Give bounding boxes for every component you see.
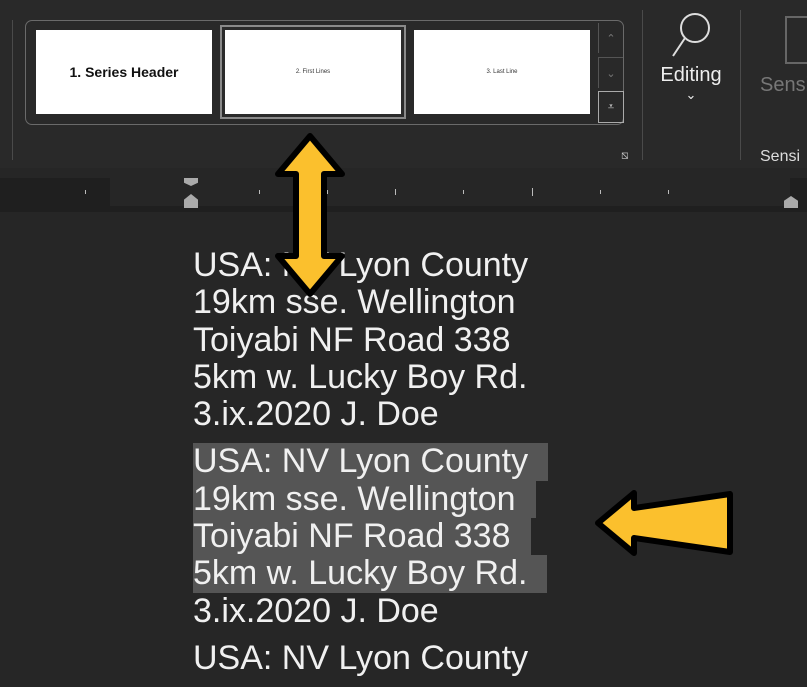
text-line: 5km w. Lucky Boy Rd. <box>193 555 548 593</box>
text-line: 3.ix.2020 J. Doe <box>193 395 439 434</box>
chevron-down-icon: ⌄ <box>685 87 697 102</box>
editing-button[interactable]: Editing ⌄ <box>655 10 727 103</box>
style-label: 3. Last Line <box>486 69 518 75</box>
style-label: 2. First Lines <box>295 69 331 75</box>
gallery-more-icon[interactable]: ⩡ <box>598 91 624 123</box>
ruler <box>0 178 807 212</box>
style-series-header[interactable]: 1. Series Header <box>36 30 212 114</box>
text-line: 3.ix.2020 J. Doe <box>193 591 439 630</box>
text-line: Toiyabi NF Road 338 <box>193 517 531 556</box>
document-body[interactable]: USA: NV Lyon County 19km sse. Wellington… <box>193 246 549 687</box>
style-last-line[interactable]: 3. Last Line <box>414 30 590 114</box>
ribbon: 1. Series Header 2. First Lines 3. Last … <box>0 0 807 168</box>
text-line: USA: NV Lyon County <box>193 246 529 284</box>
text-line: Toiyabi NF Road 338 <box>193 320 511 359</box>
sensitivity-button[interactable]: Sensi <box>760 74 807 97</box>
double-arrow-annotation-icon <box>275 133 345 297</box>
ruler-tick <box>600 190 601 194</box>
label-block: USA: NV Lyon County <box>193 638 548 677</box>
gallery-down-icon[interactable]: ⌄ <box>598 57 623 88</box>
ruler-tick <box>395 189 396 195</box>
ruler-tick <box>532 188 533 196</box>
style-label: 1. Series Header <box>69 64 179 80</box>
sensitivity-group-label: Sensi <box>760 148 801 165</box>
divider <box>12 20 13 160</box>
indent-marker[interactable] <box>184 178 198 212</box>
sensitivity-icon <box>785 16 807 64</box>
dialog-launcher-icon[interactable]: ⧅ <box>621 148 629 163</box>
ruler-tick <box>85 190 86 194</box>
ruler-tick <box>259 190 260 194</box>
left-arrow-annotation-icon <box>595 490 733 556</box>
search-icon <box>672 13 710 57</box>
ruler-tick <box>668 190 669 194</box>
gallery-up-icon[interactable]: ⌃ <box>598 23 623 53</box>
style-first-lines[interactable]: 2. First Lines <box>222 27 404 117</box>
editing-label: Editing <box>660 64 722 86</box>
text-line: USA: NV Lyon County <box>193 443 549 481</box>
text-line: 19km sse. Wellington <box>193 283 516 322</box>
divider <box>642 10 643 160</box>
ruler-tick <box>463 190 464 194</box>
ruler-text-area <box>110 178 790 206</box>
divider <box>740 10 741 160</box>
selected-label-block: USA: NV Lyon County 19km sse. Wellington… <box>193 443 549 630</box>
label-block: USA: NV Lyon County 19km sse. Wellington… <box>193 246 548 434</box>
styles-gallery: 1. Series Header 2. First Lines 3. Last … <box>25 20 624 125</box>
text-line: USA: NV Lyon County <box>193 638 529 677</box>
text-line: 5km w. Lucky Boy Rd. <box>193 357 528 396</box>
text-line: 19km sse. Wellington <box>193 480 536 519</box>
